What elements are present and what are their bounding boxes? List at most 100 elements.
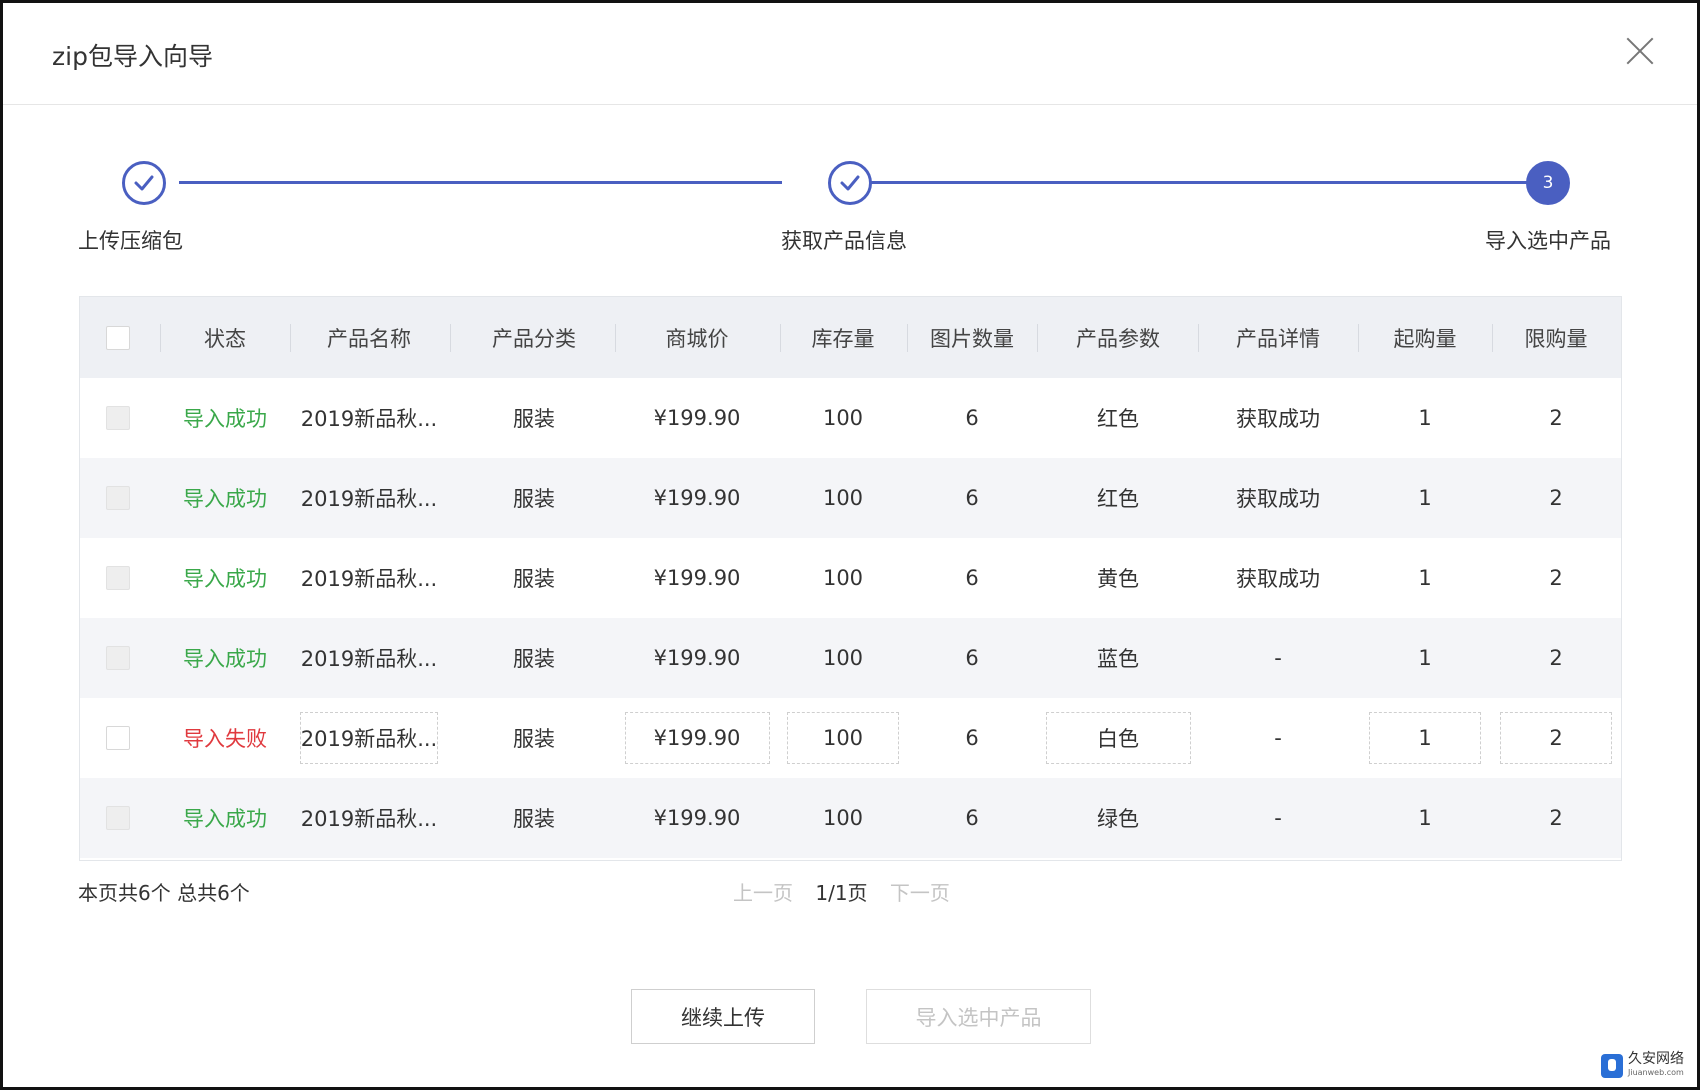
editable-max-input[interactable]: 2 (1500, 712, 1612, 764)
row-checkbox (106, 566, 130, 590)
editable-price-input[interactable]: ¥199.90 (624, 712, 770, 764)
cell-detail: 获取成功 (1203, 458, 1353, 538)
cell-detail: - (1203, 618, 1353, 698)
row-checkbox (106, 486, 130, 510)
status-text: 导入失败 (183, 727, 267, 751)
close-icon[interactable] (1625, 36, 1655, 66)
cell-text: ¥199.90 (653, 566, 741, 590)
row-checkbox (106, 806, 130, 830)
column-header-images: 图片数量 (930, 326, 1014, 351)
column-header-min: 起购量 (1393, 326, 1457, 351)
cell-category: 服装 (464, 378, 604, 458)
cell-text: 1 (1418, 566, 1432, 590)
products-table: 状态 产品名称 产品分类 商城价 库存量 图片数量 产品参数 产品详情 起购量 限购量 导入成功 2… (79, 296, 1622, 861)
column-header-category: 产品分类 (492, 326, 576, 351)
cell-text: 100 (822, 646, 864, 670)
step-3-number: 3 (1526, 161, 1570, 205)
table-header: 状态 产品名称 产品分类 商城价 库存量 图片数量 产品参数 产品详情 起购量 限购量 (80, 297, 1621, 378)
cell-status: 导入失败 (165, 698, 285, 778)
prev-page-link[interactable]: 上一页 (733, 881, 793, 905)
row-checkbox-cell (88, 378, 148, 458)
cell-min: 1 (1365, 378, 1485, 458)
cell-category: 服装 (464, 778, 604, 858)
cell-name: 2019新品秋... (294, 458, 444, 538)
row-checkbox-cell[interactable] (88, 698, 148, 778)
cell-text: 绿色 (1097, 807, 1139, 831)
cell-name: 2019新品秋... (294, 698, 444, 778)
cell-name: 2019新品秋... (294, 618, 444, 698)
cell-category: 服装 (464, 538, 604, 618)
cell-text: - (1274, 726, 1282, 750)
next-page-link[interactable]: 下一页 (890, 881, 950, 905)
cell-category: 服装 (464, 618, 604, 698)
cell-min: 1 (1365, 458, 1485, 538)
header-divider (290, 324, 291, 352)
cell-text: 100 (822, 486, 864, 510)
editable-params-input[interactable]: 白色 (1045, 712, 1191, 764)
table-row: 导入成功 2019新品秋... 服装 ¥199.90 100 6 红色 获取成功 1 2 (80, 458, 1621, 538)
cell-text: 1 (1418, 646, 1432, 670)
cell-max: 2 (1496, 458, 1616, 538)
cell-detail: 获取成功 (1203, 378, 1353, 458)
cell-category: 服装 (464, 698, 604, 778)
current-page: 1/1页 (815, 881, 868, 905)
cell-text: 黄色 (1097, 567, 1139, 591)
table-row: 导入成功 2019新品秋... 服装 ¥199.90 100 6 黄色 获取成功 1 2 (80, 538, 1621, 618)
cell-stock: 100 (783, 458, 903, 538)
cell-text: 100 (822, 566, 864, 590)
cell-text: 6 (965, 806, 979, 830)
cell-params: 红色 (1043, 378, 1193, 458)
row-checkbox (106, 406, 130, 430)
pagination: 上一页 1/1页 下一页 (733, 877, 950, 906)
cell-max: 2 (1496, 538, 1616, 618)
cell-text: ¥199.90 (653, 486, 741, 510)
cell-price: ¥199.90 (622, 778, 772, 858)
cell-text: 2019新品秋... (300, 647, 438, 671)
continue-upload-button[interactable]: 继续上传 (631, 989, 815, 1044)
cell-params: 绿色 (1043, 778, 1193, 858)
cell-text: 6 (965, 406, 979, 430)
cell-stock: 100 (783, 618, 903, 698)
cell-category: 服装 (464, 458, 604, 538)
status-text: 导入成功 (183, 567, 267, 591)
editable-min-input[interactable]: 1 (1369, 712, 1481, 764)
cell-text: 100 (822, 806, 864, 830)
dialog-header: zip包导入向导 (3, 3, 1697, 105)
cell-name: 2019新品秋... (294, 538, 444, 618)
cell-price: ¥199.90 (622, 618, 772, 698)
cell-status: 导入成功 (165, 378, 285, 458)
cell-text: - (1274, 646, 1282, 670)
cell-text: 2 (1549, 406, 1563, 430)
editable-name-input[interactable]: 2019新品秋... (300, 712, 438, 764)
cell-min: 1 (1365, 538, 1485, 618)
select-all-cell[interactable] (88, 297, 148, 378)
cell-min: 1 (1365, 698, 1485, 778)
step-3-label: 导入选中产品 (1485, 229, 1611, 253)
cell-images: 6 (912, 458, 1032, 538)
cell-params: 红色 (1043, 458, 1193, 538)
cell-text: 6 (965, 486, 979, 510)
cell-images: 6 (912, 538, 1032, 618)
header-divider (450, 324, 451, 352)
cell-text: 1 (1418, 406, 1432, 430)
cell-images: 6 (912, 698, 1032, 778)
cell-images: 6 (912, 778, 1032, 858)
cell-text: 红色 (1097, 487, 1139, 511)
cell-params: 白色 (1043, 698, 1193, 778)
cell-images: 6 (912, 618, 1032, 698)
watermark: 久安网络 Jiuanweb.com (1601, 1052, 1684, 1080)
cell-text: 服装 (513, 407, 555, 431)
select-all-checkbox[interactable] (106, 325, 130, 350)
cell-status: 导入成功 (165, 778, 285, 858)
column-header-max: 限购量 (1524, 326, 1588, 351)
cell-min: 1 (1365, 618, 1485, 698)
cell-max: 2 (1496, 378, 1616, 458)
cell-status: 导入成功 (165, 538, 285, 618)
cell-min: 1 (1365, 778, 1485, 858)
cell-text: 获取成功 (1236, 567, 1320, 591)
editable-stock-input[interactable]: 100 (787, 712, 899, 764)
step-2-label: 获取产品信息 (781, 229, 907, 253)
cell-text: 服装 (513, 807, 555, 831)
row-checkbox[interactable] (106, 726, 130, 750)
import-selected-button[interactable]: 导入选中产品 (866, 989, 1091, 1044)
